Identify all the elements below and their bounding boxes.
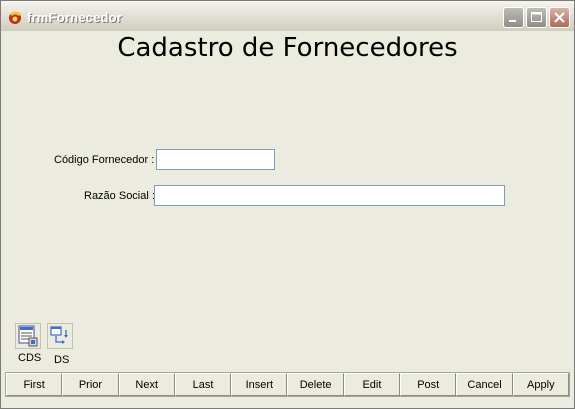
cds-component[interactable] (15, 323, 41, 349)
codigo-fornecedor-label: Código Fornecedor : (54, 154, 155, 166)
maximize-button[interactable] (526, 7, 547, 28)
cds-label: CDS (18, 352, 42, 364)
codigo-fornecedor-input[interactable] (156, 149, 275, 170)
razao-social-input[interactable] (154, 185, 505, 206)
window-title: frmFornecedor (27, 10, 123, 25)
ds-component[interactable] (47, 323, 73, 349)
nav-apply-button[interactable]: Apply (512, 373, 569, 396)
minimize-icon (509, 20, 516, 22)
nav-cancel-button[interactable]: Cancel (456, 373, 513, 396)
datasource-icon (50, 326, 68, 344)
nav-post-button[interactable]: Post (400, 373, 457, 396)
nav-edit-button[interactable]: Edit (343, 373, 401, 396)
nav-insert-button[interactable]: Insert (231, 373, 288, 396)
close-button[interactable] (549, 7, 570, 28)
nav-prior-button[interactable]: Prior (62, 373, 119, 396)
page-title: Cadastro de Fornecedores (117, 33, 458, 63)
maximize-icon (531, 12, 542, 22)
nav-first-button[interactable]: First (6, 373, 63, 396)
client-dataset-icon (18, 325, 38, 347)
ds-label: DS (54, 354, 70, 366)
nav-last-button[interactable]: Last (174, 373, 232, 396)
title-bar[interactable]: frmFornecedor (1, 1, 574, 31)
razao-social-label: Razão Social : (84, 190, 155, 202)
close-icon (554, 12, 565, 23)
nav-delete-button[interactable]: Delete (287, 373, 344, 396)
app-icon[interactable] (7, 9, 24, 26)
form-window: frmFornecedor Cadastro de Fornecedores C… (0, 0, 575, 409)
minimize-button[interactable] (503, 7, 524, 28)
db-navigator: First Prior Next Last Insert Delete Edit… (5, 372, 570, 397)
nav-next-button[interactable]: Next (118, 373, 175, 396)
